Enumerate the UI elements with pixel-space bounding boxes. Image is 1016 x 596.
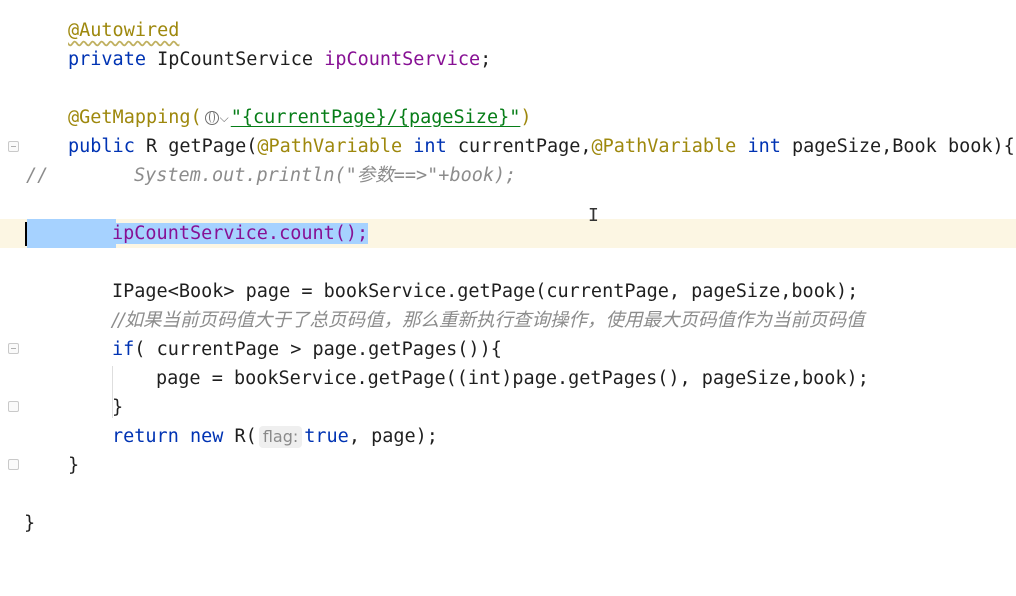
code-line[interactable]: @Autowired xyxy=(0,16,1016,45)
code-line[interactable]: page = bookService.getPage((int)page.get… xyxy=(0,364,1016,393)
field-name: ipCountService xyxy=(324,49,481,70)
statement: page = bookService.getPage((int)page.get… xyxy=(156,368,869,389)
parameter-hint: flag: xyxy=(258,426,303,448)
code-line[interactable]: @GetMapping(⌵ "{currentPage}/{pageSize}") xyxy=(0,103,1016,132)
field-type: IpCountService xyxy=(157,49,314,70)
if-condition: currentPage > page.getPages() xyxy=(156,339,480,360)
code-line[interactable]: } xyxy=(0,451,1016,480)
getmapping-annotation: @GetMapping( xyxy=(68,107,202,128)
code-line[interactable]: } xyxy=(0,393,1016,422)
flag-value: true xyxy=(304,426,349,447)
mapping-path-string: "{currentPage}/{pageSize}" xyxy=(230,107,521,128)
method-name: getPage xyxy=(168,136,247,157)
private-keyword: private xyxy=(68,49,146,70)
commented-code: System.out.println("参数==>"+book); xyxy=(134,165,517,186)
selection-indent xyxy=(27,219,117,248)
code-line[interactable]: //如果当前页码值大于了总页码值，那么重新执行查询操作，使用最大页码值作为当前页… xyxy=(0,306,1016,335)
statement: IPage<Book> page = bookService.getPage(c… xyxy=(112,281,859,302)
globe-icon[interactable] xyxy=(204,111,219,125)
selected-call: ipCountService.count(); xyxy=(112,223,369,244)
code-line[interactable]: if( currentPage > page.getPages()){ xyxy=(0,335,1016,364)
chinese-comment: //如果当前页码值大于了总页码值，那么重新执行查询操作，使用最大页码值作为当前页… xyxy=(112,310,865,331)
comment-prefix: // xyxy=(26,165,49,186)
code-line[interactable]: } xyxy=(0,509,1016,538)
autowired-annotation: @Autowired xyxy=(68,20,180,41)
code-line[interactable]: public R getPage(@PathVariable int curre… xyxy=(0,132,1016,161)
chevron-down-icon[interactable]: ⌵ xyxy=(220,111,229,125)
code-line[interactable]: return new R(flag: true, page); xyxy=(0,422,1016,451)
code-line[interactable]: IPage<Book> page = bookService.getPage(c… xyxy=(0,277,1016,306)
code-line[interactable]: // System.out.println("参数==>"+book); xyxy=(0,161,1016,190)
mouse-cursor: I xyxy=(588,205,599,226)
code-line[interactable]: private IpCountService ipCountService; xyxy=(0,45,1016,74)
code-editor[interactable]: @Autowired private IpCountService ipCoun… xyxy=(0,0,1016,548)
current-code-line[interactable]: ipCountService.count(); xyxy=(0,219,1016,248)
